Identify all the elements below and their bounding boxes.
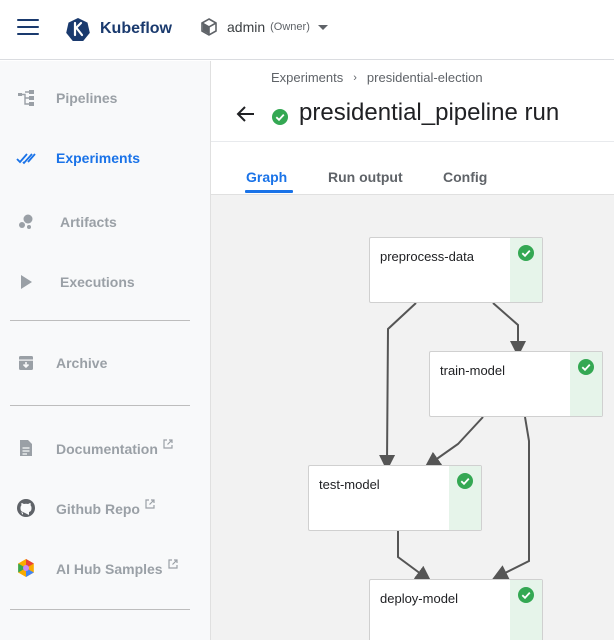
menu-icon[interactable]: [17, 19, 39, 37]
main-content: Experiments › presidential-election pres…: [211, 61, 614, 640]
node-label: preprocess-data: [380, 249, 474, 264]
external-link-icon: [167, 559, 178, 569]
sidebar-item-archive[interactable]: Archive: [0, 343, 211, 383]
brand-name[interactable]: Kubeflow: [100, 20, 172, 38]
active-tab-indicator: [245, 190, 293, 193]
success-check-icon: [457, 473, 473, 489]
sidebar-item-label: Experiments: [56, 150, 141, 166]
edge-test-to-deploy: [397, 531, 432, 582]
external-link-icon: [145, 499, 155, 509]
sidebar-item-github-repo[interactable]: Github Repo: [0, 488, 211, 528]
node-label: test-model: [319, 477, 380, 492]
success-check-icon: [578, 359, 594, 375]
sidebar-divider: [10, 320, 190, 321]
tab-graph[interactable]: Graph: [246, 169, 287, 185]
node-status: [510, 580, 542, 640]
breadcrumb: Experiments › presidential-election: [271, 70, 483, 85]
success-check-icon: [518, 587, 534, 603]
sidebar-item-label: Github Repo: [56, 501, 140, 517]
success-check-icon: [272, 109, 288, 125]
edge-train-to-deploy: [491, 416, 530, 580]
top-bar: Kubeflow admin (Owner): [0, 0, 614, 60]
pipeline-graph[interactable]: preprocess-data train-model test-model d…: [211, 195, 614, 640]
sidebar-item-pipelines[interactable]: Pipelines: [0, 78, 211, 118]
namespace-role: (Owner): [270, 21, 310, 33]
sidebar-item-label: Artifacts: [60, 214, 117, 230]
edge-train-to-test: [424, 416, 484, 468]
edge-preprocess-to-train: [492, 302, 526, 357]
node-preprocess-data[interactable]: preprocess-data: [369, 237, 543, 303]
sidebar-item-ai-hub-samples[interactable]: AI Hub Samples: [0, 548, 211, 588]
sidebar-item-documentation[interactable]: Documentation: [0, 428, 211, 468]
node-label: deploy-model: [380, 591, 459, 606]
sidebar-item-label: Documentation: [56, 441, 158, 457]
sidebar-divider: [10, 405, 190, 406]
sidebar-item-label: AI Hub Samples: [56, 561, 163, 577]
sidebar-item-experiments[interactable]: Experiments: [0, 138, 211, 178]
node-label: train-model: [440, 363, 506, 378]
sidebar-item-artifacts[interactable]: Artifacts: [0, 202, 211, 242]
node-status: [510, 238, 542, 302]
page-title: presidential_pipeline run: [299, 99, 560, 126]
external-link-icon: [163, 439, 173, 449]
sidebar-item-label: Archive: [56, 355, 108, 371]
breadcrumb-experiments-link[interactable]: Experiments: [271, 70, 343, 85]
tab-config[interactable]: Config: [443, 169, 487, 185]
sidebar-item-label-wrap: AI Hub Samples: [56, 559, 178, 577]
kubeflow-logo-icon[interactable]: [66, 17, 90, 41]
namespace-user: admin: [227, 19, 266, 35]
node-train-model[interactable]: train-model: [429, 351, 603, 417]
sidebar-item-label-wrap: Documentation: [56, 439, 173, 457]
edge-preprocess-to-test: [379, 302, 417, 471]
breadcrumb-experiment-link[interactable]: presidential-election: [367, 70, 483, 85]
node-deploy-model[interactable]: deploy-model: [369, 579, 543, 640]
github-icon: [16, 498, 36, 518]
node-test-model[interactable]: test-model: [308, 465, 482, 531]
header-divider: [211, 141, 614, 142]
sidebar-item-label: Pipelines: [56, 90, 118, 106]
success-check-icon: [518, 245, 534, 261]
document-icon: [16, 438, 36, 458]
sidebar: Pipelines Experiments Artifacts Executio…: [0, 61, 211, 640]
cube-icon: [201, 18, 217, 36]
ai-hub-icon: [16, 558, 36, 578]
archive-icon: [16, 353, 36, 373]
back-arrow-icon[interactable]: [235, 103, 257, 125]
sidebar-item-label: Executions: [60, 274, 135, 290]
namespace-selector[interactable]: admin (Owner): [200, 18, 328, 36]
play-icon: [16, 272, 36, 292]
tab-run-output[interactable]: Run output: [328, 169, 403, 185]
experiments-icon: [16, 148, 36, 168]
artifacts-icon: [16, 212, 36, 232]
node-status: [570, 352, 602, 416]
breadcrumb-separator: ›: [353, 71, 357, 84]
sidebar-item-executions[interactable]: Executions: [0, 262, 211, 302]
node-status: [449, 466, 481, 530]
pipelines-icon: [16, 88, 36, 108]
caret-down-icon: [317, 24, 328, 30]
sidebar-divider: [10, 609, 190, 610]
sidebar-item-label-wrap: Github Repo: [56, 499, 155, 517]
